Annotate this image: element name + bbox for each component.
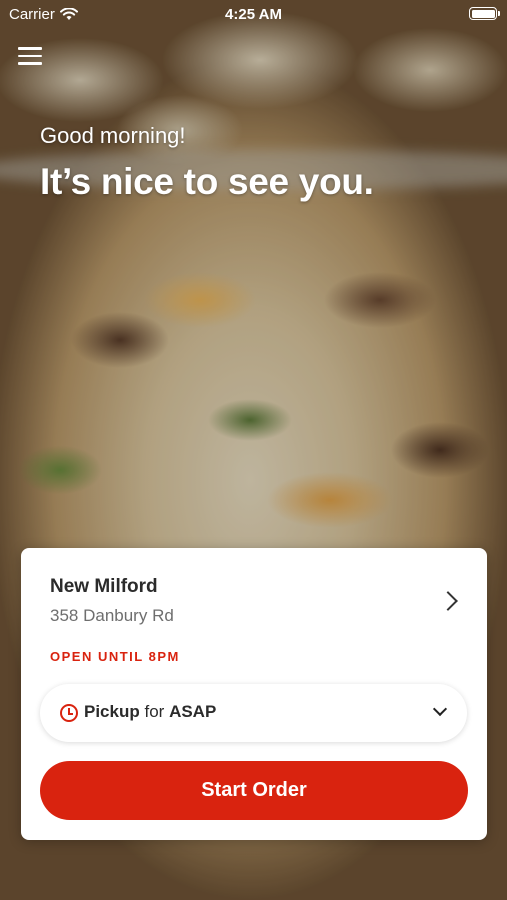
order-mode-text: Pickup for ASAP	[84, 702, 216, 722]
greeting-headline: It’s nice to see you.	[40, 161, 374, 202]
status-bar: Carrier 4:25 AM	[0, 0, 507, 28]
location-address: 358 Danbury Rd	[50, 606, 174, 625]
order-connector: for	[144, 702, 165, 721]
order-method: Pickup	[84, 702, 140, 721]
order-time: ASAP	[169, 702, 217, 721]
status-time: 4:25 AM	[225, 6, 282, 23]
location-name: New Milford	[50, 576, 158, 597]
greeting-small: Good morning!	[40, 123, 186, 148]
hours-status: OPEN UNTIL 8PM	[50, 649, 180, 664]
location-card: New Milford 358 Danbury Rd OPEN UNTIL 8P…	[21, 548, 487, 840]
start-order-button[interactable]: Start Order	[40, 761, 468, 820]
chevron-down-icon	[432, 701, 448, 717]
location-selector[interactable]: New Milford 358 Danbury Rd	[50, 576, 467, 636]
hamburger-menu-icon[interactable]	[18, 47, 42, 69]
battery-icon	[469, 7, 500, 20]
clock-icon	[60, 704, 78, 722]
greeting: Good morning! It’s nice to see you.	[40, 123, 374, 203]
order-mode-selector[interactable]: Pickup for ASAP	[40, 684, 467, 742]
